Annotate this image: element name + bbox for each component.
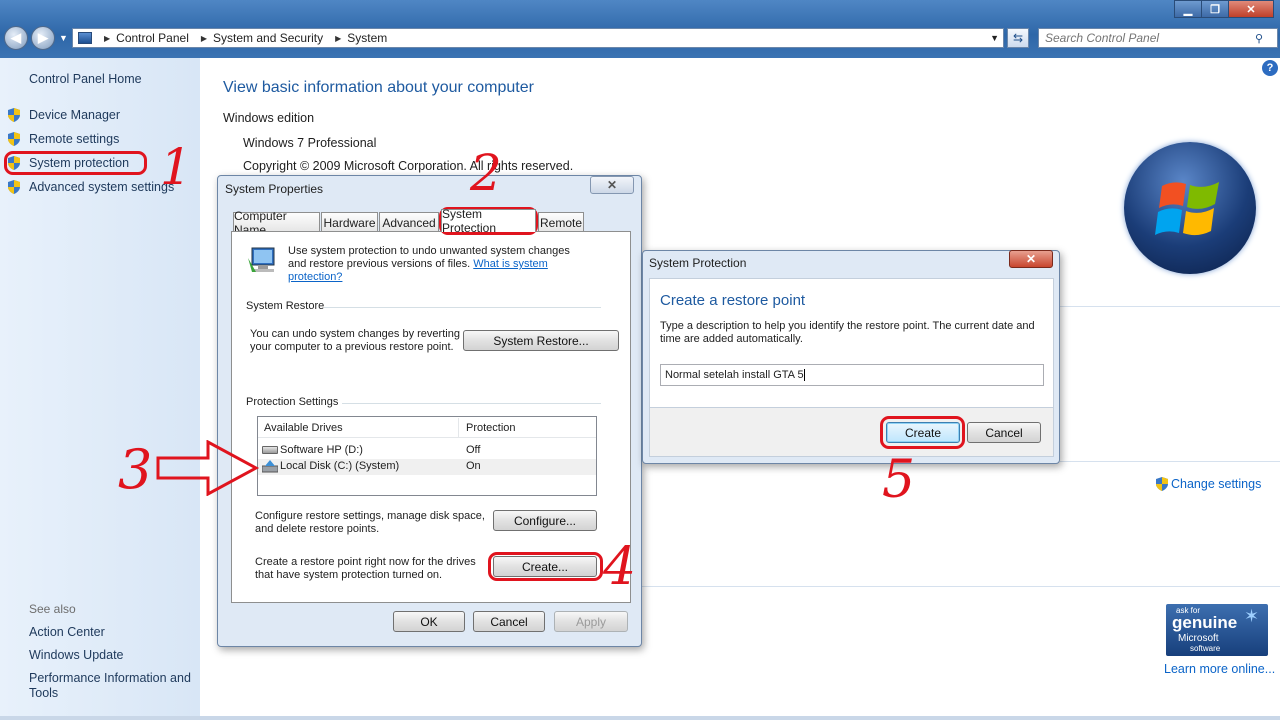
shield-icon xyxy=(8,132,20,146)
see-also-action-center[interactable]: Action Center xyxy=(29,625,105,639)
search-icon[interactable]: ⚲ xyxy=(1255,32,1263,45)
annotation-highlight xyxy=(880,416,965,449)
divider xyxy=(1060,306,1280,307)
breadcrumb-control-panel[interactable]: Control Panel xyxy=(116,31,189,45)
learn-more-link[interactable]: Learn more online... xyxy=(1164,662,1275,676)
list-item[interactable]: Software HP (D:) Off xyxy=(258,443,596,459)
windows-logo-icon xyxy=(1124,142,1256,274)
shield-icon xyxy=(1156,477,1168,491)
page-title: View basic information about your comput… xyxy=(223,79,534,96)
cancel-button[interactable]: Cancel xyxy=(473,611,545,632)
shield-icon xyxy=(8,108,20,122)
divider xyxy=(1060,461,1280,462)
annotation-highlight xyxy=(488,552,603,581)
text-cursor xyxy=(803,369,805,382)
dialog-title: System Protection xyxy=(649,256,747,270)
change-settings-link[interactable]: Change settings xyxy=(1171,477,1261,491)
close-dialog-button[interactable]: ✕ xyxy=(1009,250,1053,268)
column-separator xyxy=(458,418,459,438)
drive-icon xyxy=(262,446,278,454)
system-restore-group-label: System Restore xyxy=(246,300,325,312)
see-also-title: See also xyxy=(29,602,76,616)
minimize-button[interactable]: ▁ xyxy=(1174,0,1202,18)
protection-settings-group-label: Protection Settings xyxy=(246,396,339,408)
intro-text: Use system protection to undo unwanted s… xyxy=(288,245,588,284)
genuine-line: genuine xyxy=(1172,613,1238,632)
listview-header: Available Drives Protection xyxy=(258,418,596,438)
back-button[interactable]: ◀ xyxy=(4,26,28,50)
drive-name: Local Disk (C:) (System) xyxy=(280,460,400,472)
divider xyxy=(640,586,1280,587)
help-icon[interactable]: ? xyxy=(1262,60,1278,76)
sidebar-item-advanced-settings[interactable]: Advanced system settings xyxy=(29,180,174,194)
system-drive-icon xyxy=(261,460,279,473)
input-value: Normal setelah install GTA 5 xyxy=(665,369,804,381)
restore-point-name-input[interactable]: Normal setelah install GTA 5 xyxy=(660,364,1044,386)
recent-pages-icon[interactable]: ▼ xyxy=(59,33,68,43)
restore-point-heading: Create a restore point xyxy=(660,292,806,309)
annotation-step-number: 1 xyxy=(160,138,192,196)
annotation-step-number: 3 xyxy=(118,438,153,501)
tab-computer-name[interactable]: Computer Name xyxy=(233,209,320,237)
system-restore-button[interactable]: System Restore... xyxy=(463,330,619,351)
shield-icon xyxy=(8,180,20,194)
tab-hardware[interactable]: Hardware xyxy=(321,212,378,232)
breadcrumb-system-security[interactable]: System and Security xyxy=(213,31,323,45)
create-text: Create a restore point right now for the… xyxy=(255,556,476,581)
maximize-button[interactable]: ❐ xyxy=(1201,0,1229,18)
genuine-microsoft-badge[interactable]: ask for genuine Microsoft software ✶ xyxy=(1166,604,1268,656)
arrow-right-icon xyxy=(156,440,260,496)
annotation-highlight xyxy=(4,151,147,175)
genuine-line: software xyxy=(1190,644,1221,653)
sidebar-item-remote-settings[interactable]: Remote settings xyxy=(29,132,119,146)
column-protection[interactable]: Protection xyxy=(466,422,516,434)
breadcrumb-system[interactable]: System xyxy=(347,31,387,45)
annotation-step-number: 2 xyxy=(470,144,502,202)
column-available-drives[interactable]: Available Drives xyxy=(264,422,343,434)
dialog-title: System Properties xyxy=(225,182,324,196)
breadcrumb-arrow-icon: ▶ xyxy=(104,33,111,43)
restore-point-description: Type a description to help you identify … xyxy=(660,320,1035,345)
sidebar-item-device-manager[interactable]: Device Manager xyxy=(29,108,120,122)
search-input[interactable] xyxy=(1045,31,1255,45)
configure-text: Configure restore settings, manage disk … xyxy=(255,510,485,535)
see-also-windows-update[interactable]: Windows Update xyxy=(29,648,124,662)
windows-edition-value: Windows 7 Professional xyxy=(243,136,377,150)
group-divider xyxy=(342,403,601,404)
copyright-text: Copyright © 2009 Microsoft Corporation. … xyxy=(243,159,574,173)
see-also-performance[interactable]: Performance Information and Tools xyxy=(29,671,194,701)
system-restore-text: You can undo system changes by reverting… xyxy=(250,328,460,353)
sidebar-control-panel-home[interactable]: Control Panel Home xyxy=(29,72,142,86)
genuine-line: Microsoft xyxy=(1178,633,1219,644)
close-dialog-button[interactable]: ✕ xyxy=(590,176,634,194)
address-dropdown-icon[interactable]: ▼ xyxy=(990,33,999,43)
refresh-icon[interactable]: ⇆ xyxy=(1007,28,1029,48)
group-divider xyxy=(324,307,601,308)
configure-button[interactable]: Configure... xyxy=(493,510,597,531)
drive-name: Software HP (D:) xyxy=(280,444,363,456)
forward-button[interactable]: ▶ xyxy=(31,26,55,50)
tab-remote[interactable]: Remote xyxy=(538,212,584,232)
drive-protection: On xyxy=(466,460,481,472)
search-box[interactable]: ⚲ xyxy=(1038,28,1278,48)
tab-system-protection[interactable]: System Protection xyxy=(441,207,536,235)
ok-button[interactable]: OK xyxy=(393,611,465,632)
tab-advanced[interactable]: Advanced xyxy=(379,212,439,232)
bottom-edge xyxy=(0,716,1280,720)
star-icon: ✶ xyxy=(1244,606,1260,626)
close-window-button[interactable]: ✕ xyxy=(1228,0,1274,18)
system-protection-icon xyxy=(246,244,278,276)
apply-button[interactable]: Apply xyxy=(554,611,628,632)
breadcrumb-arrow-icon[interactable]: ▶ xyxy=(201,34,207,43)
address-bar[interactable]: ▶ Control Panel ▶ System and Security ▶ … xyxy=(72,28,1004,48)
cancel-restore-button[interactable]: Cancel xyxy=(967,422,1041,443)
section-windows-edition: Windows edition xyxy=(223,111,315,125)
drive-protection: Off xyxy=(466,444,481,456)
annotation-step-number: 4 xyxy=(603,537,637,597)
list-item[interactable]: Local Disk (C:) (System) On xyxy=(258,459,596,475)
annotation-step-number: 5 xyxy=(882,450,916,510)
control-panel-icon xyxy=(78,32,92,44)
breadcrumb-arrow-icon[interactable]: ▶ xyxy=(335,34,341,43)
